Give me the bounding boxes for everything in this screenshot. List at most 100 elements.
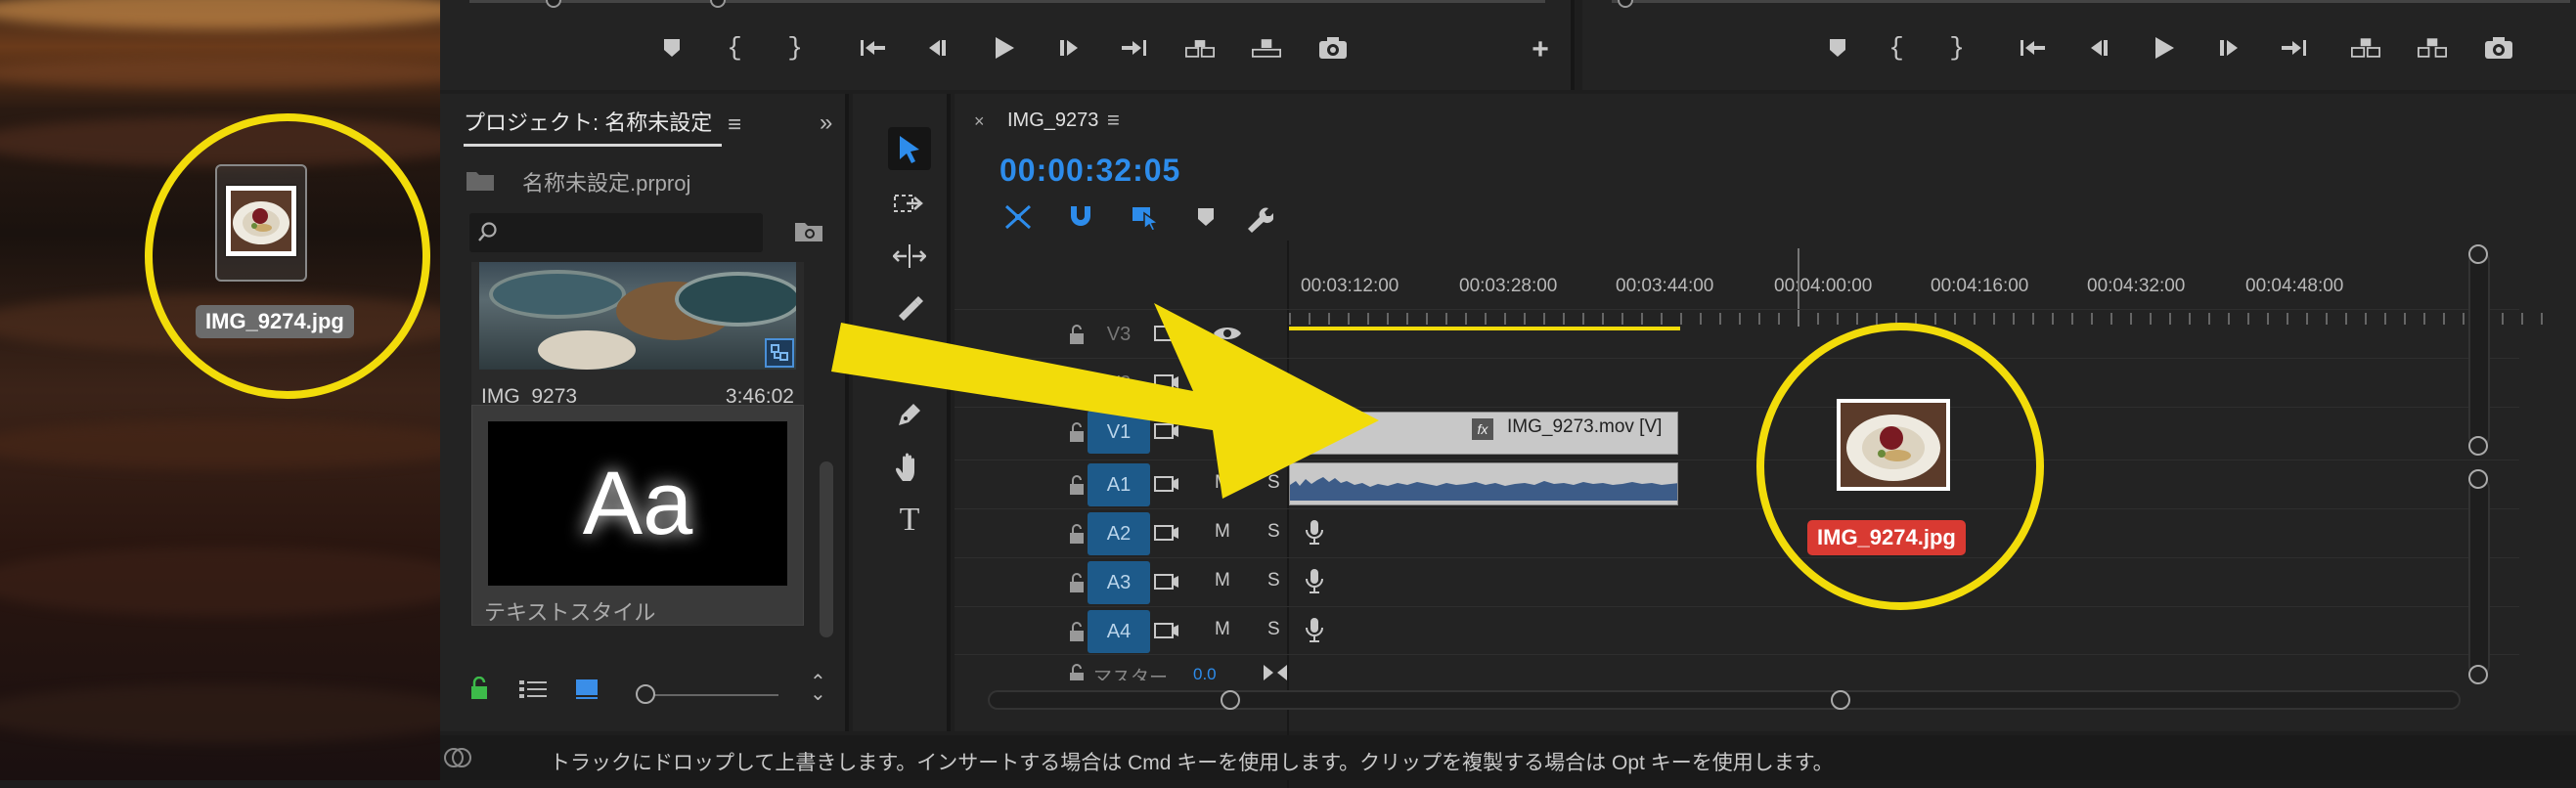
timecode-display[interactable]: 00:00:32:05 <box>999 153 1180 189</box>
timeline-close-icon[interactable]: × <box>974 111 985 132</box>
step-back-icon[interactable] <box>923 33 953 63</box>
track-lock-icon[interactable] <box>1068 523 1086 545</box>
mute-button[interactable]: M <box>1215 619 1230 640</box>
mark-out-icon[interactable]: } <box>780 33 810 63</box>
track-select-tool-icon[interactable] <box>888 182 931 225</box>
solo-button[interactable]: S <box>1267 521 1280 543</box>
track-lock-icon[interactable] <box>1068 572 1086 593</box>
folder-icon <box>466 168 495 192</box>
snap-magnet-icon[interactable] <box>1068 203 1093 231</box>
track-row-a3: A3 M S <box>955 557 2519 606</box>
lock-icon[interactable] <box>469 677 489 700</box>
annotation-circle-desktop <box>145 113 430 399</box>
source-scrubber-handle[interactable] <box>546 0 561 8</box>
sync-lock-icon[interactable] <box>1154 621 1179 640</box>
go-to-in-icon[interactable] <box>2019 33 2048 63</box>
timeline-sequence-tab[interactable]: IMG_9273 <box>1007 109 1098 132</box>
desktop-background: IMG_9274.jpg <box>0 0 440 780</box>
audio-scroll-handle-top[interactable] <box>2468 469 2488 489</box>
master-value[interactable]: 0.0 <box>1193 665 1217 680</box>
multicam-badge-icon <box>765 338 794 368</box>
mark-in-icon[interactable]: { <box>1882 33 1911 63</box>
step-forward-icon[interactable] <box>2214 33 2243 63</box>
source-scrubber-track[interactable] <box>469 0 1545 3</box>
solo-button[interactable]: S <box>1267 570 1280 591</box>
video-scroll-handle-top[interactable] <box>2468 244 2488 264</box>
project-panel-tab[interactable]: プロジェクト: 名称未設定 <box>464 108 723 147</box>
go-to-in-icon[interactable] <box>859 33 888 63</box>
mark-in-icon[interactable]: { <box>720 33 749 63</box>
marker-icon[interactable] <box>657 33 687 63</box>
voiceover-mic-icon[interactable] <box>1305 617 1324 642</box>
project-menu-icon[interactable]: ≡ <box>728 111 741 139</box>
zoom-slider-handle[interactable] <box>636 684 655 704</box>
drag-file-label: IMG_9274.jpg <box>1807 520 1966 555</box>
list-view-icon[interactable] <box>518 679 548 700</box>
search-input[interactable] <box>469 213 763 252</box>
insert-icon[interactable] <box>1185 33 1215 63</box>
source-scrubber-handle-2[interactable] <box>710 0 726 8</box>
audio-track-scrollbar[interactable] <box>2468 477 2490 677</box>
play-icon[interactable] <box>2150 33 2179 63</box>
track-lock-icon[interactable] <box>1068 621 1086 642</box>
sync-lock-icon[interactable] <box>1154 523 1179 543</box>
go-to-out-icon[interactable] <box>2279 33 2308 63</box>
audio-scroll-handle-bottom[interactable] <box>2468 665 2488 684</box>
video-clip-label: IMG_9273.mov [V] <box>1507 416 1663 437</box>
fx-badge: fx <box>1472 418 1493 440</box>
status-bar-icon <box>440 745 475 770</box>
annotation-circle-timeline <box>1756 323 2044 610</box>
project-item-name: テキストスタイル <box>484 600 656 625</box>
text-style-thumb-text: Aa <box>582 453 693 553</box>
nest-icon[interactable] <box>1003 203 1033 231</box>
timeline-zoom-scrollbar[interactable] <box>988 690 2461 710</box>
icon-view-icon[interactable] <box>575 679 599 700</box>
expand-panels-icon[interactable]: » <box>820 109 832 137</box>
go-to-end-icon[interactable] <box>1262 663 1289 682</box>
solo-button[interactable]: S <box>1267 619 1280 640</box>
extract-icon[interactable] <box>2418 33 2447 63</box>
lift-icon[interactable] <box>2351 33 2380 63</box>
sync-lock-icon[interactable] <box>1154 572 1179 591</box>
play-icon[interactable] <box>990 33 1019 63</box>
zoom-slider[interactable] <box>642 694 778 696</box>
overwrite-icon[interactable] <box>1252 33 1281 63</box>
linked-selection-icon[interactable] <box>1131 203 1162 231</box>
project-file-name: 名称未設定.prproj <box>522 171 691 196</box>
track-label-a4[interactable]: A4 <box>1088 610 1150 653</box>
step-back-icon[interactable] <box>2085 33 2114 63</box>
video-track-scrollbar[interactable] <box>2468 250 2490 448</box>
track-label-a2[interactable]: A2 <box>1088 512 1150 555</box>
marker-icon[interactable] <box>1823 33 1852 63</box>
timeline-zoom-handle-right[interactable] <box>1831 690 1850 710</box>
voiceover-mic-icon[interactable] <box>1305 519 1324 545</box>
program-scrubber-handle[interactable] <box>1618 0 1633 8</box>
selection-tool-icon[interactable] <box>888 127 931 170</box>
premiere-window: { } + { } プロジェクト: 名称未設定 ≡ » 名称未設定.prproj… <box>440 0 2576 788</box>
ripple-edit-tool-icon[interactable] <box>888 235 931 278</box>
program-monitor: { } <box>1582 0 2576 90</box>
new-bin-icon[interactable] <box>794 219 823 242</box>
timeline-menu-icon[interactable]: ≡ <box>1107 108 1120 133</box>
wrench-settings-icon[interactable] <box>1244 203 1273 233</box>
step-forward-icon[interactable] <box>1054 33 1084 63</box>
video-scroll-handle-bottom[interactable] <box>2468 436 2488 456</box>
mute-button[interactable]: M <box>1215 521 1230 543</box>
camera-icon[interactable] <box>2484 33 2513 63</box>
sort-icon[interactable]: ⌃ ⌄ <box>810 673 826 704</box>
mute-button[interactable]: M <box>1215 570 1230 591</box>
track-label-a3[interactable]: A3 <box>1088 561 1150 604</box>
camera-icon[interactable] <box>1318 33 1348 63</box>
master-lock-icon[interactable] <box>1068 663 1086 680</box>
track-row-a2: A2 M S <box>955 508 2519 557</box>
add-marker-icon[interactable] <box>1197 207 1215 227</box>
mark-out-icon[interactable]: } <box>1942 33 1972 63</box>
timeline-zoom-handle-left[interactable] <box>1221 690 1240 710</box>
voiceover-mic-icon[interactable] <box>1305 568 1324 593</box>
go-to-out-icon[interactable] <box>1119 33 1148 63</box>
add-button-icon[interactable]: + <box>1526 33 1555 66</box>
program-scrubber-track[interactable] <box>1612 0 2570 3</box>
project-item-text-style[interactable]: Aa テキストスタイル <box>471 405 804 626</box>
track-row-a4: A4 M S <box>955 606 2519 655</box>
project-panel: プロジェクト: 名称未設定 ≡ » 名称未設定.prproj IMG_9273 … <box>440 94 849 731</box>
